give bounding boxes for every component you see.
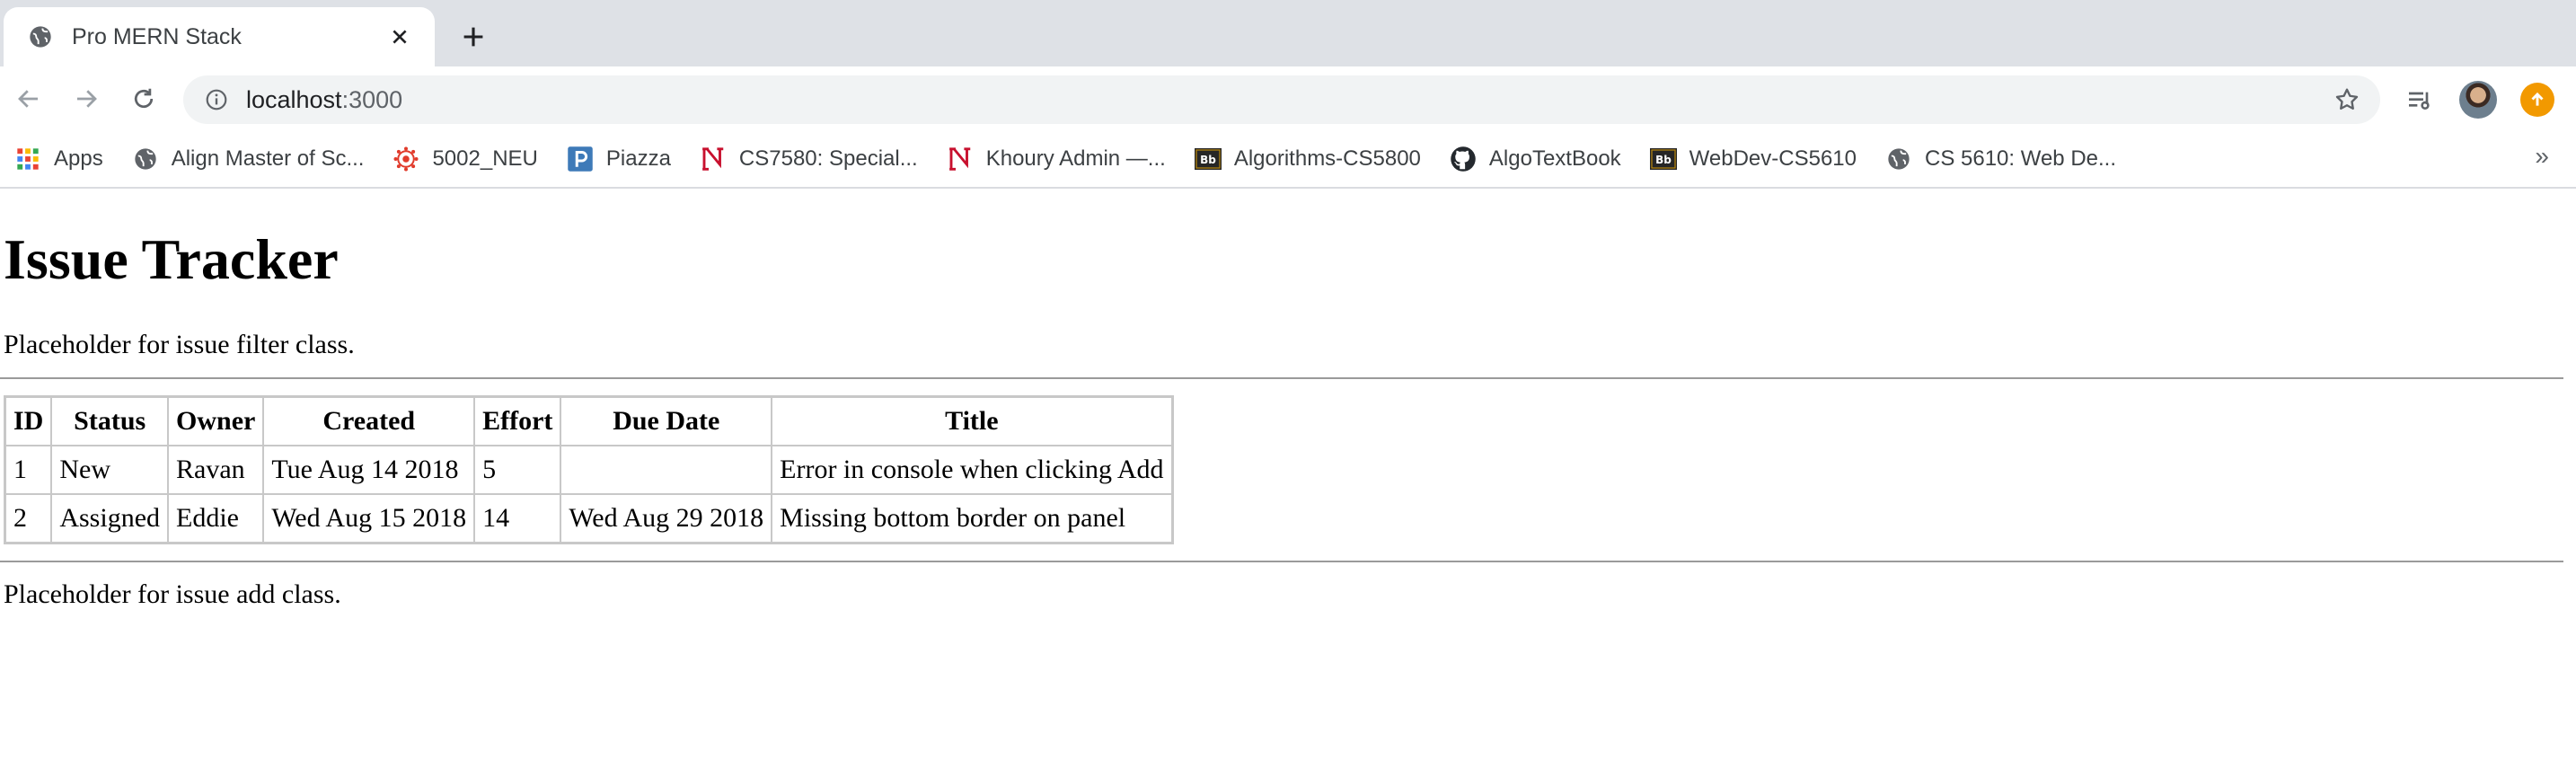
- table-row: 2 Assigned Eddie Wed Aug 15 2018 14 Wed …: [5, 493, 1172, 543]
- bookmark-khoury-admin[interactable]: Khoury Admin —...: [947, 139, 1166, 179]
- cell-id: 2: [5, 493, 52, 543]
- bookmark-align-master[interactable]: Align Master of Sc...: [132, 139, 365, 179]
- cell-due-date: [560, 445, 772, 494]
- close-tab-icon[interactable]: [384, 22, 415, 52]
- bookmark-label: CS7580: Special...: [738, 146, 918, 171]
- divider: [0, 376, 2563, 379]
- piazza-icon: [567, 146, 594, 172]
- bookmark-label: Piazza: [605, 146, 671, 171]
- reload-icon[interactable]: [126, 81, 162, 117]
- divider: [0, 560, 2563, 562]
- bookmark-piazza[interactable]: Piazza: [567, 139, 671, 179]
- issue-filter-placeholder: Placeholder for issue filter class.: [4, 329, 355, 359]
- issue-table: ID Status Owner Created Effort Due Date …: [4, 394, 1174, 544]
- cell-created: Wed Aug 15 2018: [263, 493, 475, 543]
- url-port: :3000: [341, 85, 403, 113]
- bookmark-webdev[interactable]: Bb WebDev-CS5610: [1649, 139, 1857, 179]
- bookmark-cs5610[interactable]: CS 5610: Web De...: [1885, 139, 2116, 179]
- canvas-icon: [393, 146, 419, 172]
- back-arrow-icon[interactable]: [11, 81, 47, 117]
- cell-created: Tue Aug 14 2018: [263, 445, 475, 494]
- column-header-id: ID: [5, 396, 52, 446]
- bookmark-5002-neu[interactable]: 5002_NEU: [393, 139, 538, 179]
- forward-arrow-icon[interactable]: [68, 81, 104, 117]
- bookmark-label: Khoury Admin —...: [985, 146, 1166, 171]
- reading-list-icon[interactable]: [2402, 83, 2438, 119]
- cell-due-date: Wed Aug 29 2018: [560, 493, 772, 543]
- url-host: localhost: [246, 85, 342, 113]
- column-header-title: Title: [772, 396, 1172, 446]
- column-header-due-date: Due Date: [560, 396, 772, 446]
- northeastern-icon: [700, 146, 727, 172]
- profile-avatar[interactable]: [2459, 81, 2497, 119]
- column-header-owner: Owner: [168, 396, 264, 446]
- tab-strip: Pro MERN Stack: [0, 0, 2576, 66]
- blackboard-icon: Bb: [1649, 146, 1677, 172]
- tab-title: Pro MERN Stack: [72, 23, 242, 49]
- bookmark-label: Algorithms-CS5800: [1233, 146, 1421, 171]
- cell-owner: Ravan: [168, 445, 264, 494]
- address-bar[interactable]: localhost:3000: [183, 75, 2380, 124]
- globe-icon: [27, 23, 54, 50]
- cell-status: New: [51, 445, 169, 494]
- cell-title: Missing bottom border on panel: [772, 493, 1172, 543]
- cell-owner: Eddie: [168, 493, 264, 543]
- bookmarks-overflow-chevron-icon[interactable]: »: [2535, 142, 2549, 171]
- bookmark-label: WebDev-CS5610: [1689, 146, 1857, 171]
- cell-effort: 5: [474, 445, 561, 494]
- column-header-status: Status: [51, 396, 169, 446]
- page-content: Issue Tracker Placeholder for issue filt…: [0, 226, 2576, 611]
- cell-effort: 14: [474, 493, 561, 543]
- browser-tab-active[interactable]: Pro MERN Stack: [4, 7, 435, 66]
- bookmark-algorithms[interactable]: Bb Algorithms-CS5800: [1194, 139, 1421, 179]
- bookmark-apps[interactable]: Apps: [14, 139, 103, 179]
- table-row: 1 New Ravan Tue Aug 14 2018 5 Error in c…: [5, 445, 1172, 494]
- cell-id: 1: [5, 445, 52, 494]
- svg-text:Bb: Bb: [1200, 154, 1216, 166]
- northeastern-icon: [947, 146, 974, 172]
- browser-toolbar: localhost:3000: [0, 66, 2576, 131]
- bookmark-label: Align Master of Sc...: [171, 146, 365, 171]
- bookmark-label: 5002_NEU: [432, 146, 538, 171]
- column-header-created: Created: [263, 396, 475, 446]
- globe-icon: [1885, 146, 1912, 172]
- bookmark-star-icon[interactable]: [2332, 84, 2362, 115]
- cell-title: Error in console when clicking Add: [772, 445, 1172, 494]
- globe-icon: [132, 146, 159, 172]
- bookmarks-bar: Apps Align Master of Sc... 5002_NEU Piaz…: [0, 131, 2576, 189]
- bookmark-cs7580[interactable]: CS7580: Special...: [700, 139, 918, 179]
- bookmark-label: CS 5610: Web De...: [1925, 146, 2116, 171]
- column-header-effort: Effort: [474, 396, 561, 446]
- site-info-icon[interactable]: [203, 86, 230, 113]
- bookmark-algotextbook[interactable]: AlgoTextBook: [1450, 139, 1621, 179]
- page-title: Issue Tracker: [4, 227, 339, 291]
- github-icon: [1450, 146, 1477, 172]
- bookmark-label: AlgoTextBook: [1488, 146, 1621, 171]
- blackboard-icon: Bb: [1194, 146, 1222, 172]
- update-arrow-icon[interactable]: [2520, 83, 2554, 117]
- table-header-row: ID Status Owner Created Effort Due Date …: [5, 396, 1172, 446]
- cell-status: Assigned: [51, 493, 169, 543]
- bookmark-label: Apps: [54, 146, 103, 171]
- svg-text:Bb: Bb: [1655, 154, 1672, 166]
- apps-grid-icon: [14, 146, 41, 172]
- new-tab-icon[interactable]: [454, 18, 492, 56]
- issue-add-placeholder: Placeholder for issue add class.: [4, 579, 341, 609]
